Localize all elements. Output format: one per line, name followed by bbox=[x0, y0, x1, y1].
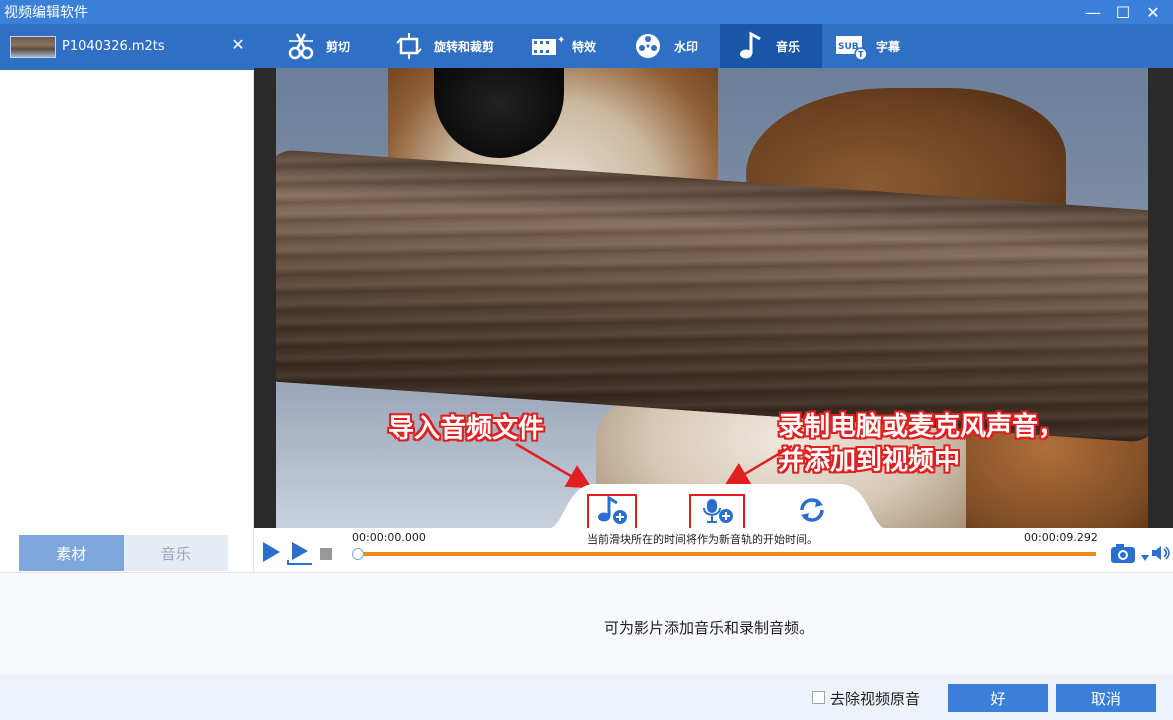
stop-icon bbox=[320, 545, 332, 564]
snapshot-button[interactable] bbox=[1110, 544, 1140, 568]
dialog-footer: 去除视频原音 好 取消 bbox=[0, 674, 1173, 720]
speaker-icon bbox=[1151, 545, 1171, 565]
remove-original-audio-label[interactable]: 去除视频原音 bbox=[830, 688, 920, 709]
timeline-track[interactable] bbox=[356, 552, 1096, 556]
ok-button[interactable]: 好 bbox=[948, 684, 1048, 712]
caret-down-icon bbox=[1141, 546, 1149, 565]
playback-controls: 00:00:00.000 当前滑块所在的时间将作为新音轨的开始时间。 00:00… bbox=[254, 528, 1173, 572]
import-audio-button[interactable] bbox=[587, 494, 637, 530]
refresh-audio-button[interactable] bbox=[787, 494, 837, 530]
camera-icon bbox=[1110, 543, 1140, 569]
record-audio-button[interactable] bbox=[689, 494, 745, 530]
timeline-hint: 当前滑块所在的时间将作为新音轨的开始时间。 bbox=[587, 533, 818, 546]
music-add-icon bbox=[594, 495, 630, 529]
remove-original-audio-checkbox[interactable] bbox=[812, 691, 825, 704]
cancel-button[interactable]: 取消 bbox=[1056, 684, 1156, 712]
refresh-icon bbox=[796, 496, 828, 528]
play-from-start-icon bbox=[286, 540, 314, 570]
microphone-add-icon bbox=[697, 495, 737, 529]
snapshot-dropdown[interactable] bbox=[1140, 548, 1150, 562]
play-icon bbox=[261, 541, 281, 567]
play-button[interactable] bbox=[260, 542, 282, 566]
stop-button[interactable] bbox=[319, 547, 333, 561]
info-area: 可为影片添加音乐和录制音频。 bbox=[0, 572, 1173, 674]
timeline-slider-handle[interactable] bbox=[352, 548, 364, 560]
info-text: 可为影片添加音乐和录制音频。 bbox=[603, 619, 814, 637]
play-from-start-button[interactable] bbox=[286, 542, 314, 568]
volume-button[interactable] bbox=[1151, 546, 1171, 564]
time-start: 00:00:00.000 bbox=[352, 531, 426, 544]
time-end: 00:00:09.292 bbox=[1024, 531, 1098, 544]
